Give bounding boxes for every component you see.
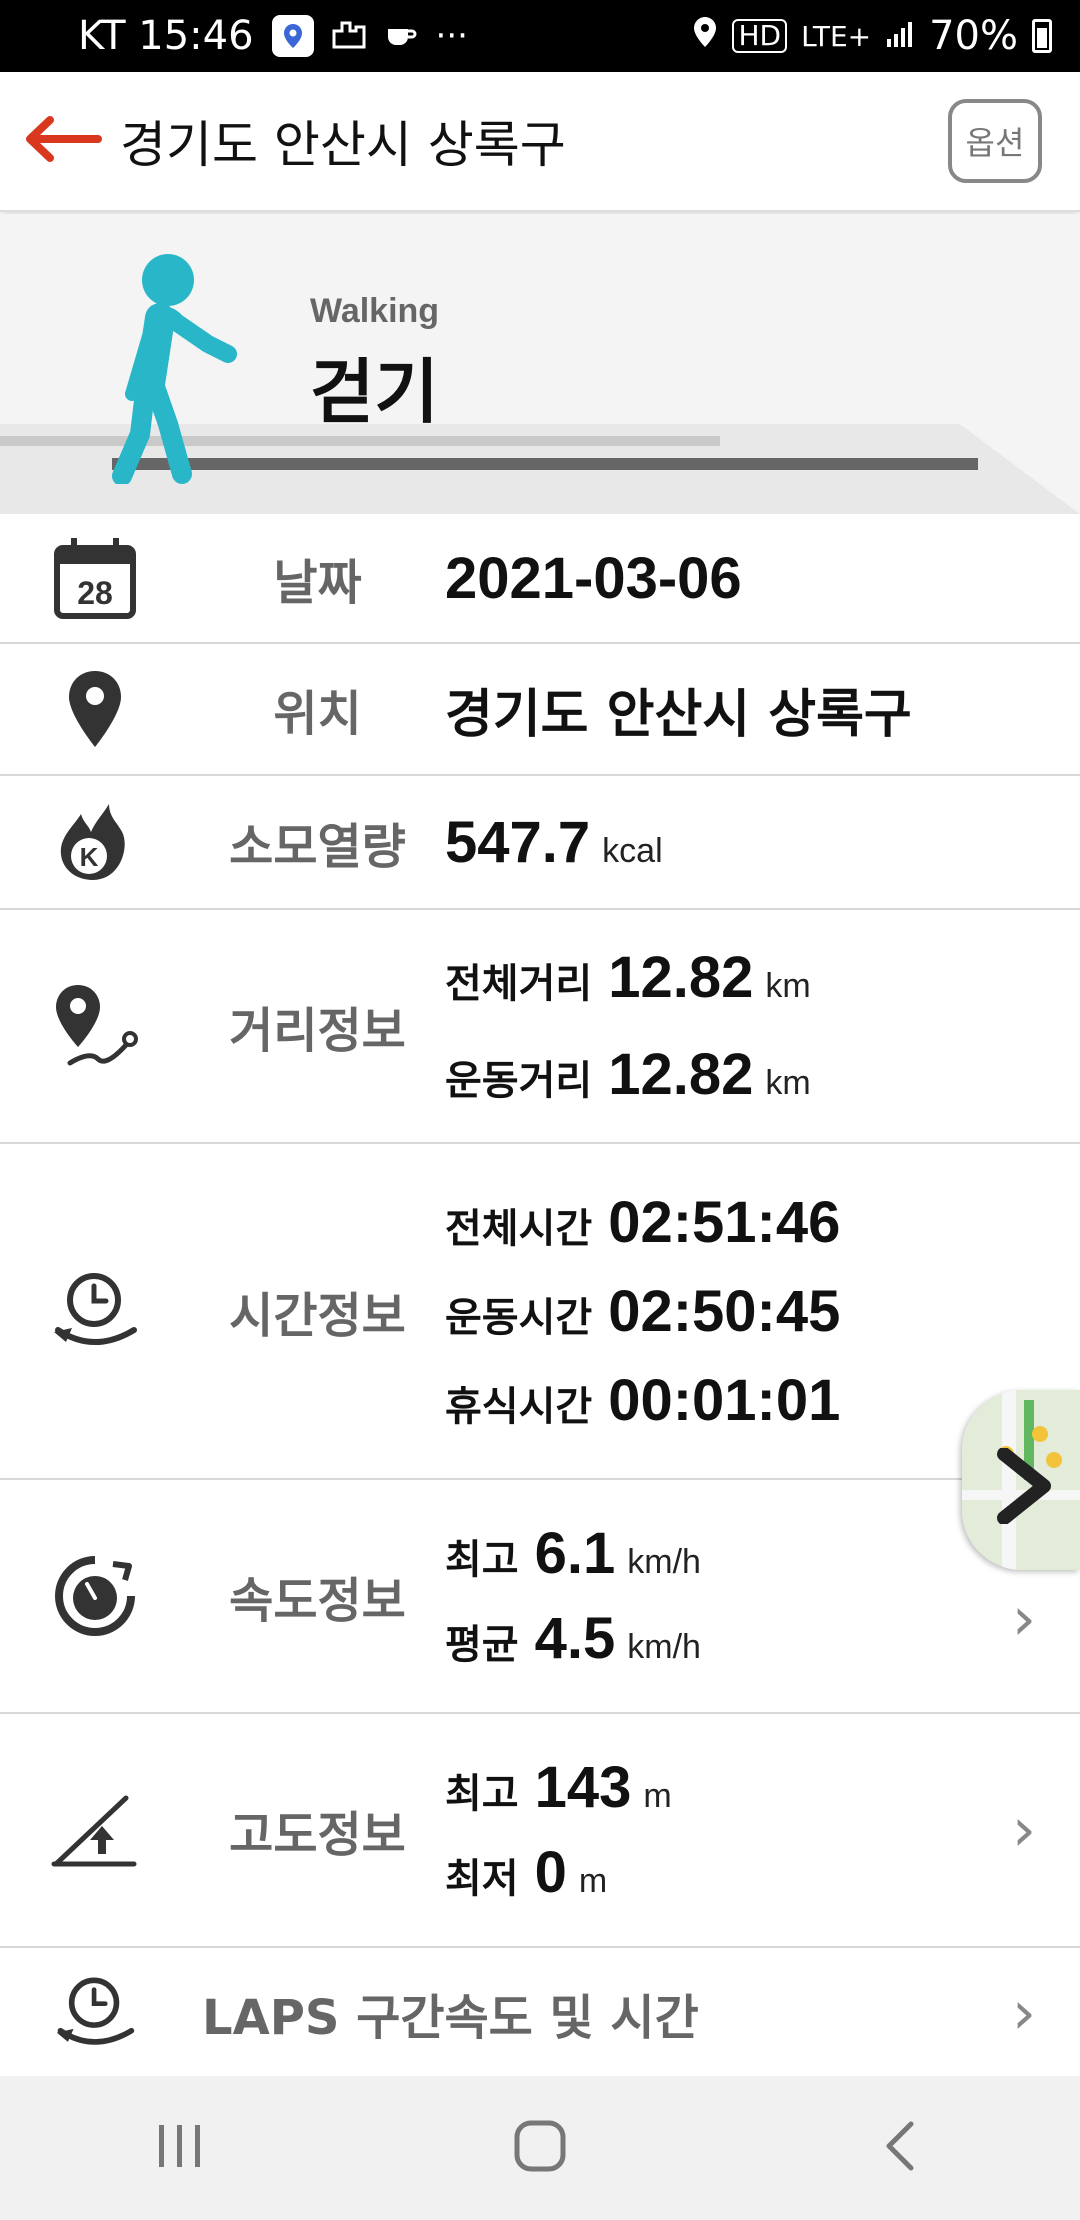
min-altitude-value: 0: [534, 1840, 567, 1905]
chevron-right-icon: ›: [1012, 1795, 1036, 1865]
speed-label: 속도정보: [229, 1573, 406, 1629]
max-altitude-unit: m: [643, 1777, 672, 1815]
location-pin-icon: [0, 669, 190, 749]
distance-route-icon: [0, 981, 190, 1071]
chevron-right-icon: ›: [1012, 1978, 1036, 2048]
time-label: 시간정보: [229, 1288, 406, 1344]
max-speed-value: 6.1: [534, 1521, 616, 1586]
min-altitude-label: 최저: [445, 1856, 519, 1902]
total-distance-value: 12.82: [608, 945, 754, 1010]
back-arrow-icon: [18, 114, 102, 168]
max-speed-label: 최고: [445, 1537, 519, 1583]
cafe-icon: [384, 13, 418, 59]
exercise-distance: 운동거리 12.82 km: [445, 1041, 1080, 1108]
calories-unit: kcal: [602, 831, 663, 870]
nav-back-button[interactable]: [820, 2098, 980, 2198]
exercise-time: 운동시간 02:50:45: [445, 1278, 1080, 1345]
chevron-right-icon: ›: [1012, 1584, 1036, 1655]
min-altitude: 최저 0 m: [445, 1839, 1080, 1906]
total-distance-label: 전체거리: [445, 961, 593, 1007]
speed-row[interactable]: 속도정보 최고 6.1 km/h 평균 4.5 km/h ›: [0, 1480, 1080, 1714]
hd-voice-indicator: HD: [732, 19, 788, 53]
calories-row: K 소모열량 547.7 kcal: [0, 776, 1080, 910]
home-icon: [513, 2119, 567, 2177]
status-bar: KT 15:46 ··· HD LTE+ 70%: [0, 0, 1080, 72]
distance-row: 거리정보 전체거리 12.82 km 운동거리 12.82 km: [0, 910, 1080, 1144]
exercise-time-value: 02:50:45: [608, 1278, 841, 1344]
system-nav-bar: [0, 2076, 1080, 2220]
max-altitude-label: 최고: [445, 1771, 519, 1817]
avg-speed-unit: km/h: [627, 1628, 701, 1666]
svg-text:28: 28: [77, 575, 113, 611]
activity-type-english: Walking: [310, 292, 440, 330]
location-icon: [692, 13, 718, 59]
calendar-icon: 28: [0, 536, 190, 620]
map-app-icon: [271, 15, 314, 57]
recent-apps-icon: [155, 2123, 205, 2173]
time-clock-icon: [0, 1266, 190, 1356]
laps-clock-icon: [0, 1971, 190, 2055]
max-speed-unit: km/h: [627, 1543, 701, 1581]
max-altitude-value: 143: [534, 1755, 632, 1820]
total-time: 전체시간 02:51:46: [445, 1189, 1080, 1256]
location-row: 위치 경기도 안산시 상록구: [0, 644, 1080, 776]
calories-value: 547.7: [445, 809, 591, 875]
battery-percent: 70%: [929, 13, 1018, 59]
min-altitude-unit: m: [578, 1862, 608, 1900]
exercise-distance-unit: km: [765, 1064, 811, 1102]
distance-label: 거리정보: [229, 1003, 406, 1059]
speedometer-icon: [0, 1552, 190, 1640]
avg-speed-label: 평균: [445, 1622, 519, 1668]
max-altitude: 최고 143 m: [445, 1754, 1080, 1821]
activity-details: 28 날짜 2021-03-06 위치 경기도 안산시 상록구 K 소모열량 5…: [0, 514, 1080, 2078]
calories-label: 소모열량: [229, 819, 406, 875]
carrier-time: KT 15:46: [78, 13, 254, 59]
activity-type: 걷기: [310, 351, 439, 433]
exercise-distance-label: 운동거리: [445, 1058, 593, 1104]
activity-hero: Walking 걷기: [0, 214, 1080, 514]
options-button[interactable]: 옵션: [948, 99, 1042, 183]
more-notifications: ···: [435, 16, 468, 56]
date-value: 2021-03-06: [445, 545, 742, 611]
app-header: 경기도 안산시 상록구 옵션: [0, 72, 1080, 212]
calorie-flame-icon: K: [0, 800, 190, 884]
home-button[interactable]: [460, 2098, 620, 2198]
total-distance-unit: km: [765, 967, 811, 1005]
laps-row[interactable]: LAPS 구간속도 및 시간 ›: [0, 1948, 1080, 2078]
rest-time-value: 00:01:01: [608, 1367, 841, 1433]
total-time-value: 02:51:46: [608, 1189, 841, 1255]
exercise-time-label: 운동시간: [445, 1294, 593, 1341]
building-icon: [332, 13, 366, 59]
walking-person-icon: [112, 254, 237, 484]
back-icon: [883, 2120, 917, 2176]
altitude-label: 고도정보: [229, 1807, 406, 1863]
battery-icon: [1032, 19, 1052, 53]
page-title: 경기도 안산시 상록구: [120, 116, 566, 174]
altitude-row[interactable]: 고도정보 최고 143 m 최저 0 m ›: [0, 1714, 1080, 1948]
rest-time-label: 휴식시간: [445, 1383, 593, 1430]
laps-label: LAPS 구간속도 및 시간: [202, 1990, 699, 2046]
svg-text:K: K: [80, 842, 99, 872]
map-expand-icon: [992, 1447, 1056, 1528]
date-label: 날짜: [273, 555, 362, 611]
location-value: 경기도 안산시 상록구: [445, 684, 912, 745]
total-distance: 전체거리 12.82 km: [445, 944, 1080, 1011]
total-time-label: 전체시간: [445, 1205, 593, 1252]
location-label: 위치: [273, 686, 362, 742]
date-row: 28 날짜 2021-03-06: [0, 514, 1080, 644]
altitude-slope-icon: [0, 1790, 190, 1870]
recent-apps-button[interactable]: [100, 2098, 260, 2198]
back-button[interactable]: [0, 71, 120, 211]
time-row: 시간정보 전체시간 02:51:46 운동시간 02:50:45 휴식시간 00…: [0, 1144, 1080, 1480]
exercise-distance-value: 12.82: [608, 1042, 754, 1107]
avg-speed: 평균 4.5 km/h: [445, 1605, 1080, 1672]
avg-speed-value: 4.5: [534, 1606, 616, 1671]
map-thumbnail[interactable]: [962, 1390, 1080, 1570]
signal-icon: [885, 13, 915, 59]
network-type: LTE+: [801, 19, 872, 53]
